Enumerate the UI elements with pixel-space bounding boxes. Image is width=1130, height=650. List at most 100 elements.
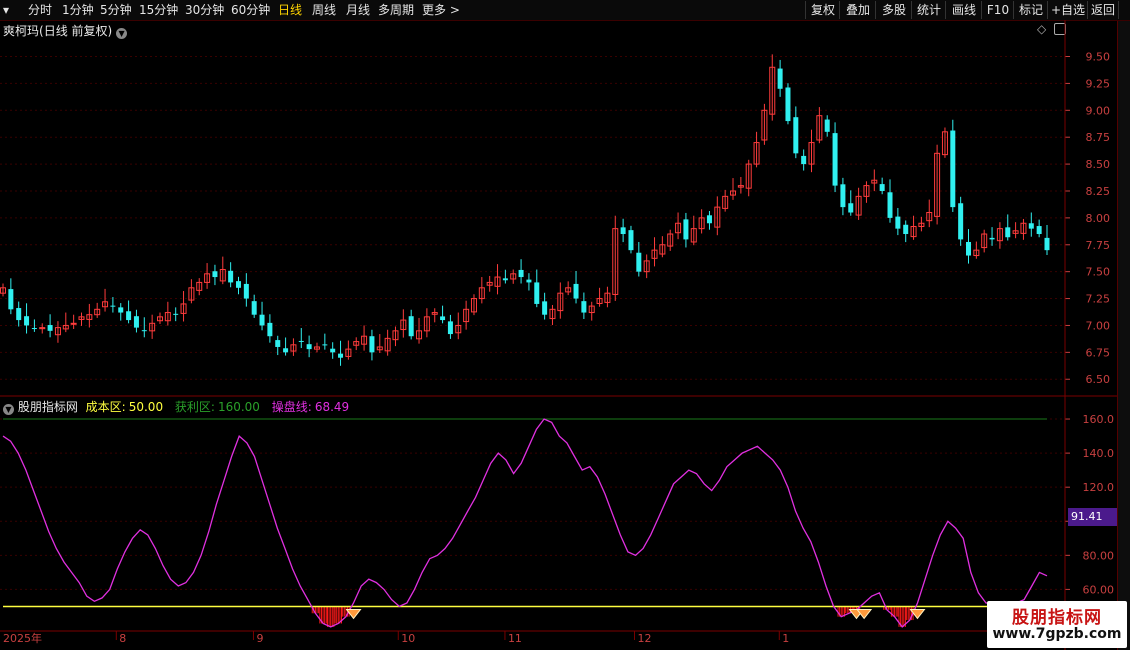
price-grid [0, 56, 1065, 380]
candle-body-down [212, 271, 218, 278]
candle-body-down [966, 241, 972, 256]
candle-body-down [879, 184, 885, 191]
candle-body-down [31, 328, 37, 330]
candle-body-down [16, 308, 22, 321]
indicator-chart [0, 418, 1065, 628]
candle-body-down [542, 301, 548, 315]
candle-body-down [1044, 237, 1050, 251]
candle-body-down [620, 227, 626, 235]
adjust-button[interactable]: 复权 [805, 1, 840, 19]
candle-body-down [275, 340, 281, 347]
candle-body-down [369, 336, 375, 353]
candle-body-down [777, 68, 783, 89]
indicator-axis: 160.0140.0120.0100.080.0060.00 [1065, 413, 1114, 596]
candle-body-down [887, 192, 893, 218]
candle-body-down [283, 348, 289, 353]
candle-body-down [801, 155, 807, 165]
date-tick-label: 1 [782, 632, 789, 645]
period-tab-30min[interactable]: 30分钟 [185, 2, 224, 18]
candle-body-down [989, 237, 995, 240]
dropdown-circle-icon[interactable]: ▼ [3, 404, 14, 415]
period-toolbar: ▾ 分时 1分钟 5分钟 15分钟 30分钟 60分钟 日线 周线 月线 多周期… [0, 0, 1130, 21]
mark-button[interactable]: 标记 [1013, 1, 1048, 19]
candle-body-down [267, 322, 273, 337]
indicator-tick-label: 60.00 [1083, 583, 1115, 596]
indicator-tick-label: 120.0 [1083, 481, 1115, 494]
date-tick-label: 12 [637, 632, 651, 645]
back-button[interactable]: 返回 [1087, 1, 1119, 19]
profit-value: 160.00 [217, 400, 260, 414]
period-tab-monthly[interactable]: 月线 [346, 2, 370, 18]
dropdown-icon[interactable]: ▾ [3, 2, 9, 18]
add-watchlist-button[interactable]: +自选 [1047, 1, 1088, 19]
price-tick-label: 6.50 [1086, 373, 1111, 386]
candle-body-down [126, 311, 132, 321]
indicator-tick-label: 160.0 [1083, 413, 1115, 426]
candle-body-down [950, 130, 956, 208]
period-tab-60min[interactable]: 60分钟 [231, 2, 270, 18]
candle-body-down [840, 184, 846, 208]
candle-body-down [408, 316, 414, 337]
operation-line [2, 418, 1048, 628]
price-tick-label: 8.00 [1086, 212, 1111, 225]
candle-body-down [1028, 223, 1034, 229]
candle-body-down [958, 203, 964, 240]
candle-body-down [243, 283, 249, 299]
period-tab-daily[interactable]: 日线 [278, 2, 302, 18]
candle-body-down [832, 133, 838, 186]
candle-body-down [47, 325, 53, 331]
candle-body-down [110, 305, 116, 307]
period-tab-5min[interactable]: 5分钟 [100, 2, 132, 18]
candle-body-down [24, 316, 30, 326]
date-tick-label: 2025年 [3, 631, 42, 645]
candle-body-down [440, 316, 446, 321]
period-tab-timeshare[interactable]: 分时 [28, 2, 52, 18]
candle-body-down [330, 348, 336, 353]
candle-body-down [1036, 226, 1042, 235]
kline-chart[interactable]: 9.50 9.25 9.00 8.75 8.50 8.25 8.00 7.75 7.50 7.25… [0, 20, 1117, 650]
candlesticks [0, 54, 1050, 366]
line-value: 68.49 [314, 400, 350, 414]
date-tick-label: 9 [256, 632, 263, 645]
f10-button[interactable]: F10 [981, 1, 1014, 19]
period-tab-1min[interactable]: 1分钟 [62, 2, 94, 18]
multi-stock-button[interactable]: 多股 [875, 1, 912, 19]
candle-body-down [447, 321, 453, 335]
date-axis: 2025年 8 9 10 11 12 1 [0, 630, 1065, 645]
candle-body-up [70, 322, 77, 325]
price-tick-label: 8.75 [1086, 131, 1111, 144]
price-tick-label: 8.25 [1086, 185, 1111, 198]
period-tab-weekly[interactable]: 周线 [312, 2, 336, 18]
cost-label: 成本区: [85, 400, 126, 414]
profit-label: 获利区: [174, 400, 215, 414]
period-tab-15min[interactable]: 15分钟 [139, 2, 178, 18]
candle-body-down [793, 117, 799, 154]
candle-body-down [903, 224, 909, 235]
candle-body-down [526, 279, 532, 283]
stats-button[interactable]: 统计 [911, 1, 946, 19]
candle-body-down [534, 282, 540, 304]
candle-body-down [338, 353, 344, 358]
candle-body-down [322, 344, 328, 346]
price-tick-label: 8.50 [1086, 158, 1111, 171]
price-tick-label: 6.75 [1086, 346, 1111, 359]
price-tick-label: 7.50 [1086, 266, 1111, 279]
candle-body-down [573, 283, 579, 299]
candle-body-down [228, 270, 234, 283]
right-side-panel [1117, 21, 1130, 650]
overlay-button[interactable]: 叠加 [839, 1, 876, 19]
period-tab-more[interactable]: 更多 > [422, 2, 460, 18]
indicator-name: 股朋指标网 [17, 400, 78, 414]
draw-button[interactable]: 画线 [945, 1, 982, 19]
candle-body-down [298, 340, 304, 342]
current-value-tag: 91.41 [1068, 508, 1118, 526]
watermark-title: 股朋指标网 [1012, 608, 1102, 628]
candle-body-down [133, 316, 139, 328]
candle-body-down [581, 301, 587, 313]
period-tab-multi[interactable]: 多周期 [378, 2, 414, 18]
candle-body-down [824, 119, 830, 132]
watermark-url: www.7gpzb.com [992, 626, 1122, 642]
price-tick-label: 9.50 [1086, 51, 1111, 64]
candle-body-down [848, 203, 854, 213]
candle-body-down [628, 230, 634, 251]
